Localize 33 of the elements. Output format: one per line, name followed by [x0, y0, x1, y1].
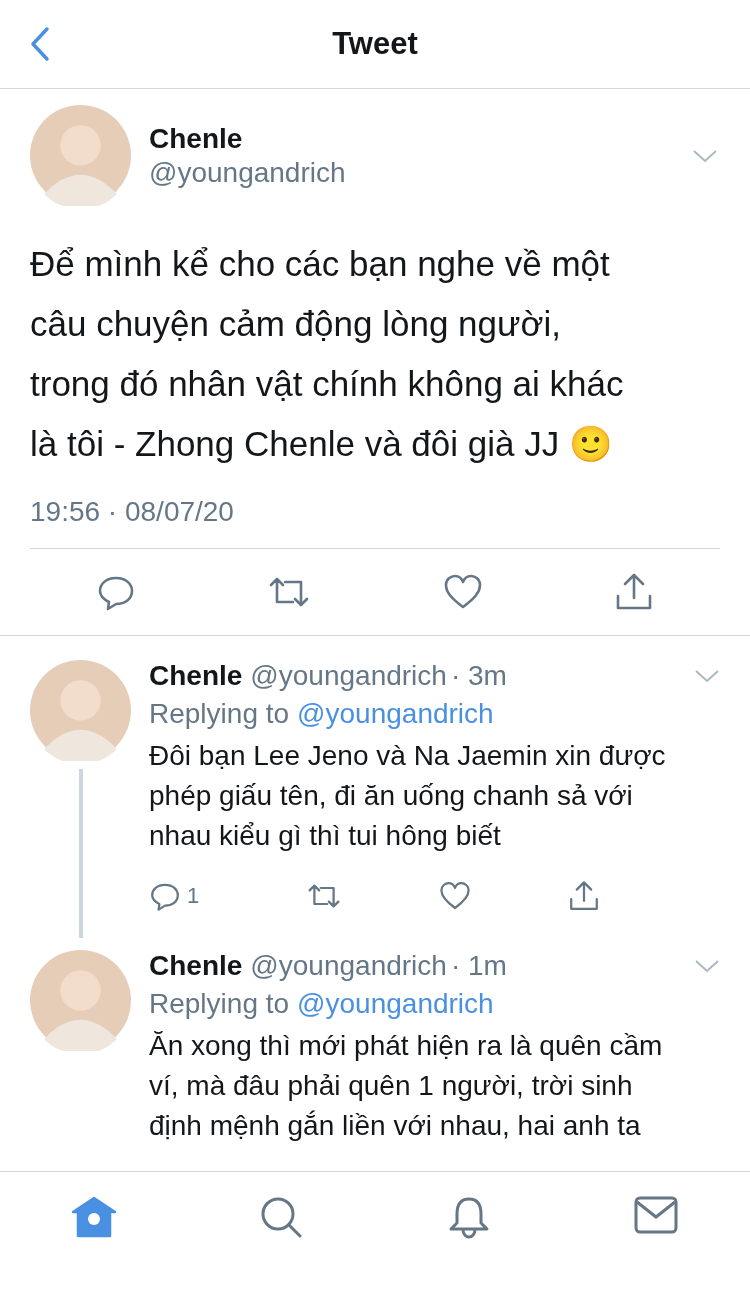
- reply-text-line: nhau kiểu gì thì tui hông biết: [149, 819, 501, 853]
- page-title: Tweet: [332, 26, 418, 62]
- author-handle[interactable]: @youngandrich: [149, 156, 674, 189]
- reply-text-line: định mệnh gắn liền với nhau, hai anh ta: [149, 1109, 641, 1143]
- author-name[interactable]: Chenle: [149, 950, 243, 982]
- reply-text-line: Ăn xong thì mới phát hiện ra là quên cầm: [149, 1029, 663, 1063]
- post-time: · 3m: [450, 660, 507, 692]
- home-icon[interactable]: [70, 1196, 117, 1238]
- replying-label: Replying to: [149, 988, 290, 1020]
- author-handle[interactable]: @youngandrich: [250, 950, 447, 982]
- share-icon[interactable]: [614, 572, 654, 612]
- bell-icon[interactable]: [447, 1196, 490, 1240]
- author-handle[interactable]: @youngandrich: [250, 660, 447, 692]
- search-icon[interactable]: [260, 1196, 303, 1238]
- tweet-text-line: câu chuyện cảm động lòng người,: [30, 303, 561, 345]
- tweet-text-line: Để mình kể cho các bạn nghe về một: [30, 243, 610, 285]
- tweet-text-line: trong đó nhân vật chính không ai khác: [30, 363, 624, 405]
- mail-icon[interactable]: [634, 1196, 679, 1234]
- reply-count: 1: [187, 883, 200, 909]
- replying-label: Replying to: [149, 698, 290, 730]
- reply-text-line: Đôi bạn Lee Jeno và Na Jaemin xin được: [149, 739, 666, 773]
- mention-link[interactable]: @youngandrich: [297, 698, 494, 730]
- heart-icon[interactable]: [439, 880, 471, 912]
- author-name[interactable]: Chenle: [149, 660, 243, 692]
- share-icon[interactable]: [568, 880, 600, 912]
- author-name[interactable]: Chenle: [149, 122, 674, 155]
- back-icon[interactable]: [30, 26, 50, 62]
- post-time: · 1m: [450, 950, 507, 982]
- tweet-text-line: là tôi - Zhong Chenle và đôi già JJ 🙂: [30, 423, 613, 465]
- reply-text-line: ví, mà đâu phải quên 1 người, trời sinh: [149, 1069, 633, 1103]
- mention-link[interactable]: @youngandrich: [297, 988, 494, 1020]
- reply-text-line: phép giấu tên, đi ăn uống chanh sả với: [149, 779, 633, 813]
- timestamp: 19:56 · 08/07/20: [30, 496, 234, 528]
